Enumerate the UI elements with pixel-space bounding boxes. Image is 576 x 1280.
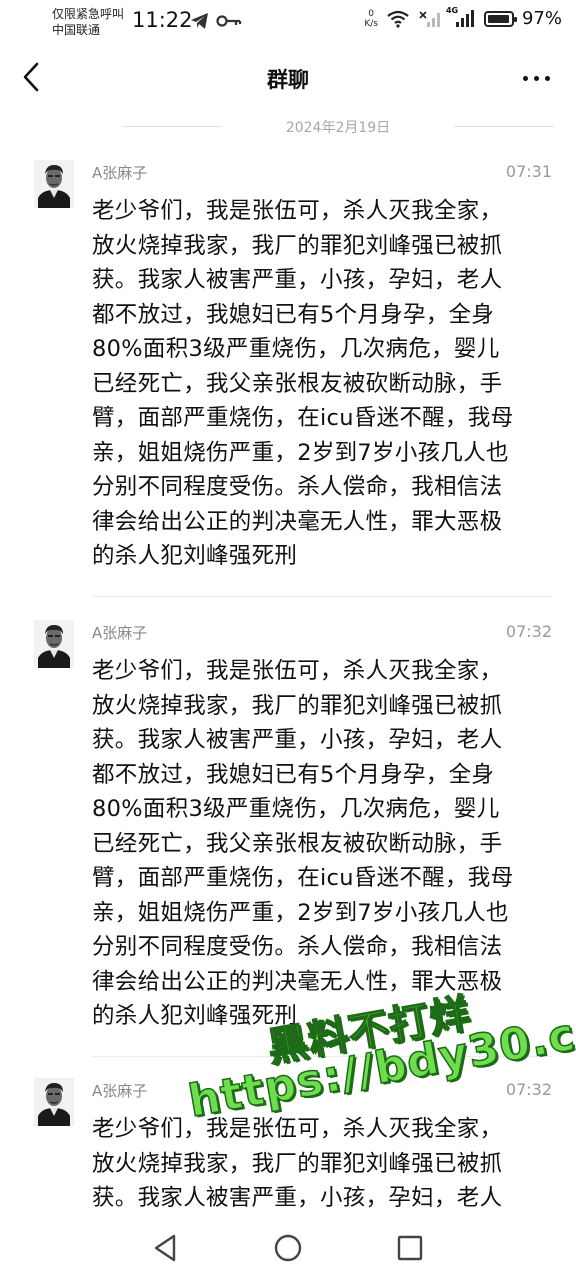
carrier-line-emergency: 仅限紧急呼叫: [52, 7, 125, 21]
message-line: 已经死亡，我父亲张根友被砍断动脉，手: [92, 370, 503, 397]
message-line: 老少爷们，我是张伍可，杀人灭我全家，: [92, 1116, 503, 1142]
message-time: 07:31: [505, 162, 552, 181]
message-line: 亲，姐姐烧伤严重，2岁到7岁小孩几人也: [92, 899, 509, 926]
message-line: 的杀人犯刘峰强死刑: [92, 543, 298, 569]
message-text: 老少爷们，我是张伍可，杀人灭我全家， 放火烧掉我家，我厂的罪犯刘峰强已被抓 获。我家…: [92, 194, 556, 574]
network-speed-unit: K/s: [364, 18, 378, 29]
message-line: 臂，面部严重烧伤，在icu昏迷不醒，我母: [92, 865, 514, 891]
circle-home-icon: [274, 1234, 302, 1262]
message-line: 获。我家人被害严重，小孩，孕妇，老人: [92, 267, 503, 293]
carrier-info: 仅限紧急呼叫 中国联通: [52, 6, 124, 38]
network-speed: 0 K/s: [364, 9, 378, 29]
signal-empty-icon: [419, 10, 440, 27]
more-horizontal-icon: [522, 75, 528, 81]
message-line: 律会给出公正的判决毫无人性，罪大恶极: [92, 508, 503, 535]
message-line: 亲，姐姐烧伤严重，2岁到7岁小孩几人也: [92, 439, 509, 466]
date-divider: 2024年2月19日: [122, 116, 554, 136]
message-line: 分别不同程度受伤。杀人偿命，我相信法: [92, 474, 503, 500]
message-line: 获。我家人被害严重，小孩，孕妇，老人: [92, 727, 503, 753]
message-line: 都不放过，我媳妇已有5个月身孕，全身: [92, 761, 495, 788]
square-recents-icon: [397, 1235, 423, 1261]
status-left-icons: [190, 12, 242, 30]
message-line: 80%面积3级严重烧伤，几次病危，婴儿: [92, 336, 500, 362]
message-line: 老少爷们，我是张伍可，杀人灭我全家，: [92, 198, 503, 224]
wifi-icon: [387, 10, 409, 28]
triangle-back-icon: [154, 1234, 176, 1262]
signal-4g: 4G: [446, 6, 476, 28]
nav-recents-button[interactable]: [394, 1232, 426, 1264]
message-line: 放火烧掉我家，我厂的罪犯刘峰强已被抓: [92, 692, 503, 719]
network-speed-value: 0: [368, 8, 375, 19]
message-author[interactable]: A张麻子: [92, 622, 147, 643]
nav-back-button[interactable]: [150, 1232, 182, 1264]
chat-header: 群聊: [0, 46, 576, 110]
battery-percent: 97%: [521, 8, 562, 29]
more-dot: [533, 75, 539, 81]
divider-line: [454, 126, 554, 127]
avatar[interactable]: [34, 160, 74, 208]
message-author[interactable]: A张麻子: [92, 162, 147, 183]
message-line: 臂，面部严重烧伤，在icu昏迷不醒，我母: [92, 405, 514, 431]
message-author[interactable]: A张麻子: [92, 1080, 147, 1101]
date-divider-text: 2024年2月19日: [285, 120, 391, 136]
battery-icon: [483, 10, 517, 27]
nav-home-button[interactable]: [272, 1232, 304, 1264]
page-title: 群聊: [267, 68, 309, 92]
more-dot: [544, 75, 550, 81]
battery-level-fill: [487, 14, 509, 23]
message-line: 分别不同程度受伤。杀人偿命，我相信法: [92, 934, 503, 960]
more-options-button[interactable]: [516, 68, 556, 88]
message-separator: [92, 596, 552, 597]
message-line: 老少爷们，我是张伍可，杀人灭我全家，: [92, 658, 503, 684]
status-right-icons: 0 K/s 4G 97%: [364, 6, 562, 30]
message-line: 放火烧掉我家，我厂的罪犯刘峰强已被抓: [92, 1150, 503, 1177]
message-line: 律会给出公正的判决毫无人性，罪大恶极: [92, 968, 503, 995]
message-line: 都不放过，我媳妇已有5个月身孕，全身: [92, 301, 495, 328]
message-line: 80%面积3级严重烧伤，几次病危，婴儿: [92, 796, 500, 822]
message-time: 07:32: [505, 622, 552, 641]
message-line: 已经死亡，我父亲张根友被砍断动脉，手: [92, 830, 503, 857]
message-line: 放火烧掉我家，我厂的罪犯刘峰强已被抓: [92, 232, 503, 259]
message-text: 老少爷们，我是张伍可，杀人灭我全家， 放火烧掉我家，我厂的罪犯刘峰强已被抓 获。我家…: [92, 1112, 556, 1216]
message-line: 获。我家人被害严重，小孩，孕妇，老人: [92, 1185, 503, 1211]
message-text: 老少爷们，我是张伍可，杀人灭我全家， 放火烧掉我家，我厂的罪犯刘峰强已被抓 获。我家…: [92, 654, 556, 1034]
avatar[interactable]: [34, 1078, 74, 1126]
carrier-line-operator: 中国联通: [52, 23, 101, 37]
status-bar: 仅限紧急呼叫 中国联通 11:22 0 K/s 4G 97%: [0, 0, 576, 46]
signal-icon: [455, 9, 474, 27]
status-clock: 11:22: [132, 8, 193, 32]
system-nav-bar: [0, 1214, 576, 1280]
telegram-icon: [191, 13, 208, 29]
message-time: 07:32: [505, 1080, 552, 1099]
avatar[interactable]: [34, 620, 74, 668]
key-icon: [216, 15, 242, 27]
